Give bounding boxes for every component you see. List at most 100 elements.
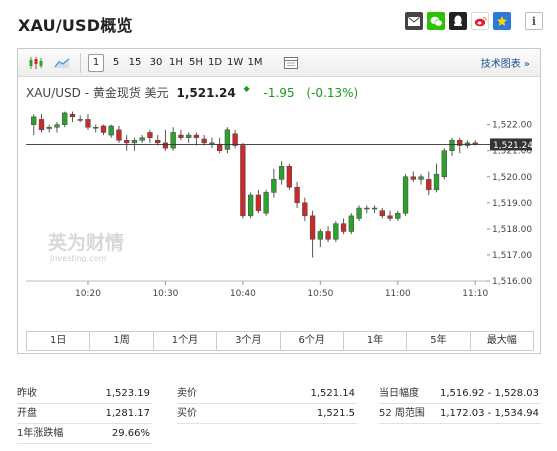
candle-body xyxy=(449,140,455,151)
candle-body xyxy=(170,132,176,149)
stat-day-range: 当日幅度 1,516.92 - 1,528.03 xyxy=(379,384,541,404)
candle-body xyxy=(224,129,231,150)
wechat-icon[interactable] xyxy=(427,12,445,30)
range-button[interactable]: 1周 xyxy=(90,332,154,350)
page-title: XAU/USD概览 xyxy=(18,16,133,35)
candle-body xyxy=(402,176,409,214)
interval-button[interactable]: 5 xyxy=(111,54,121,72)
qq-icon[interactable] xyxy=(449,12,467,30)
x-tick-label: 10:40 xyxy=(230,289,256,299)
candle-body xyxy=(124,140,130,144)
candle-body xyxy=(139,137,145,141)
y-tick-label: 1,519.00 xyxy=(492,199,532,209)
candle-body xyxy=(116,129,122,141)
y-tick-label: 1,516.00 xyxy=(492,277,532,287)
x-tick-label: 10:50 xyxy=(307,289,333,299)
candle-body xyxy=(387,215,393,219)
candle-body xyxy=(162,142,169,149)
stat-label: 买价 xyxy=(177,408,197,419)
candle-body xyxy=(69,113,76,118)
range-button[interactable]: 3个月 xyxy=(217,332,281,350)
candle-body xyxy=(209,142,215,145)
stat-open: 开盘 1,281.17 xyxy=(17,404,152,424)
interval-button[interactable]: 1D xyxy=(208,54,222,72)
candle-body xyxy=(77,119,83,121)
candle-body xyxy=(216,143,223,151)
candle-body xyxy=(85,119,91,128)
candle-body xyxy=(155,140,161,144)
candle-body xyxy=(333,223,339,240)
price-change: -1.95 xyxy=(263,86,295,100)
candle-body xyxy=(418,176,424,180)
candle-body xyxy=(410,176,416,180)
chart-widget: 1 5 15 30 1H 5H 1D 1W 1M 技术图表 » XAU/USD … xyxy=(17,48,541,354)
interval-button[interactable]: 1 xyxy=(88,54,104,72)
range-button[interactable]: 6个月 xyxy=(281,332,344,350)
x-tick-label: 11:10 xyxy=(462,289,488,299)
chart-toolbar: 1 5 15 30 1H 5H 1D 1W 1M 技术图表 » xyxy=(18,49,540,77)
line-chart-icon[interactable] xyxy=(52,54,72,72)
candle-body xyxy=(309,215,316,240)
candle-body xyxy=(441,150,447,178)
stat-label: 当日幅度 xyxy=(379,388,419,399)
technical-chart-link[interactable]: 技术图表 » xyxy=(481,55,530,70)
candle-body xyxy=(54,124,60,128)
info-button[interactable]: i xyxy=(525,12,543,30)
candle-body xyxy=(302,202,308,217)
candle-body xyxy=(232,133,238,146)
candle-body xyxy=(325,231,331,240)
interval-button[interactable]: 15 xyxy=(128,54,142,72)
range-button[interactable]: 1日 xyxy=(27,332,91,350)
stat-value: 1,521.14 xyxy=(310,388,355,399)
candle-body xyxy=(426,179,432,191)
interval-button[interactable]: 1W xyxy=(227,54,243,72)
interval-button[interactable]: 1M xyxy=(247,54,263,72)
stat-value: 1,521.5 xyxy=(316,408,355,419)
stat-value: 1,281.17 xyxy=(105,408,150,419)
candlestick-icon[interactable] xyxy=(26,54,46,72)
candle-body xyxy=(193,134,200,138)
candle-body xyxy=(364,207,370,210)
candle-body xyxy=(294,186,300,204)
candle-body xyxy=(278,166,285,180)
candle-body xyxy=(201,138,207,144)
mail-icon[interactable] xyxy=(405,12,423,30)
range-button[interactable]: 最大幅 xyxy=(471,332,533,350)
price-chart[interactable]: 英为财情Investing.com1,522.001,521.001,520.0… xyxy=(18,107,540,329)
qzone-icon[interactable] xyxy=(493,12,511,30)
range-button[interactable]: 5年 xyxy=(407,332,471,350)
instrument-name: XAU/USD - 黄金现货 美元 xyxy=(26,86,169,100)
candle-body xyxy=(147,132,153,138)
candle-body xyxy=(108,125,114,136)
interval-button[interactable]: 5H xyxy=(189,54,203,72)
x-tick-label: 11:00 xyxy=(385,289,411,299)
weibo-icon[interactable] xyxy=(471,12,489,30)
stat-label: 昨收 xyxy=(17,388,37,399)
stat-bid: 买价 1,521.5 xyxy=(177,404,357,424)
candle-body xyxy=(131,140,138,144)
y-tick-label: 1,522.00 xyxy=(492,121,532,131)
range-button[interactable]: 1年 xyxy=(344,332,408,350)
candle-body xyxy=(31,116,37,125)
candle-body xyxy=(340,223,347,232)
stat-value: 29.66% xyxy=(111,428,150,439)
interval-button[interactable]: 30 xyxy=(149,54,163,72)
candle-body xyxy=(379,210,385,217)
candle-body xyxy=(433,173,440,191)
stat-label: 52 周范围 xyxy=(379,408,425,419)
y-tick-label: 1,520.00 xyxy=(492,173,532,183)
y-tick-label: 1,517.00 xyxy=(492,251,532,261)
candle-body xyxy=(93,126,99,129)
quote-summary: XAU/USD - 黄金现货 美元 1,521.24 ◆ -1.95 (-0.1… xyxy=(26,84,358,101)
candle-body xyxy=(46,126,52,129)
stat-value: 1,516.92 - 1,528.03 xyxy=(439,388,539,399)
candle-body xyxy=(371,207,378,210)
chart-settings-icon[interactable] xyxy=(281,54,301,72)
stat-1y-change: 1年涨跌幅 29.66% xyxy=(17,424,152,444)
candle-body xyxy=(271,179,277,193)
stat-label: 开盘 xyxy=(17,408,37,419)
interval-button[interactable]: 1H xyxy=(169,54,183,72)
candle-body xyxy=(38,119,45,131)
range-button[interactable]: 1个月 xyxy=(154,332,218,350)
candle-body xyxy=(317,231,323,240)
